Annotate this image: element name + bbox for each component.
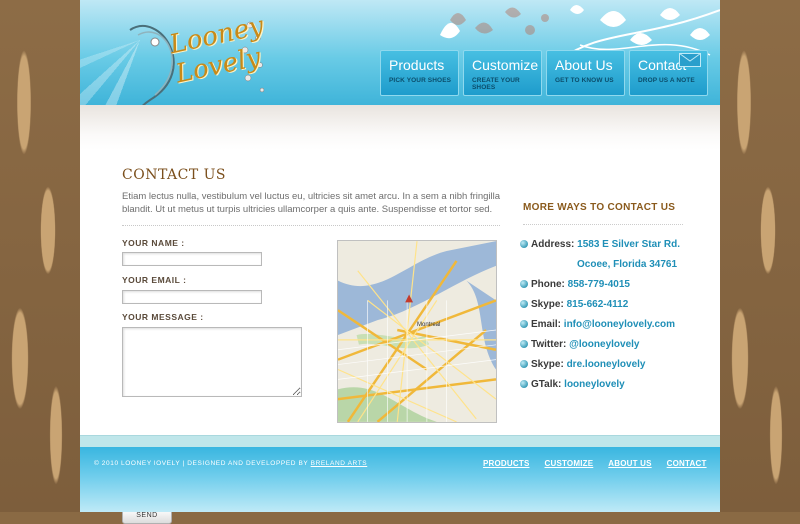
sidebar-divider <box>523 224 683 225</box>
bullet-icon <box>520 340 528 348</box>
name-input[interactable] <box>122 252 262 266</box>
contact-key: Address: <box>531 239 575 250</box>
contact-email-link[interactable]: info@looneylovely.com <box>564 319 675 330</box>
footer-links: PRODUCTS CUSTOMIZE ABOUT US CONTACT <box>483 459 707 468</box>
bullet-icon <box>520 240 528 248</box>
intro-paragraph: Etiam lectus nulla, vestibulum vel luctu… <box>122 191 501 215</box>
nav-contact[interactable]: Contact DROP US A NOTE <box>629 50 708 96</box>
contact-address: Address: 1583 E Silver Star Rd. <box>520 239 680 250</box>
main-navigation: Products PICK YOUR SHOES Customize CREAT… <box>380 50 708 98</box>
contact-value: looneylovely <box>564 379 625 390</box>
nav-products[interactable]: Products PICK YOUR SHOES <box>380 50 459 96</box>
sidebar-title: MORE WAYS TO CONTACT US <box>523 202 676 213</box>
map-city-label: Montreal <box>417 322 441 328</box>
email-label: YOUR EMAIL : <box>122 275 187 285</box>
nav-customize[interactable]: Customize CREATE YOUR SHOES <box>463 50 542 96</box>
nav-about-us[interactable]: About Us GET TO KNOW US <box>546 50 625 96</box>
main-content: CONTACT US Etiam lectus nulla, vestibulu… <box>80 105 720 524</box>
contact-email: Email: info@looneylovely.com <box>520 319 675 330</box>
envelope-icon <box>679 53 701 67</box>
bullet-icon <box>520 280 528 288</box>
floral-background-right <box>720 0 800 512</box>
bullet-icon <box>520 300 528 308</box>
nav-about-us-label: About Us <box>555 57 613 73</box>
divider <box>122 225 500 226</box>
name-label: YOUR NAME : <box>122 238 185 248</box>
nav-customize-subtitle: CREATE YOUR SHOES <box>472 77 520 91</box>
message-textarea[interactable] <box>122 327 302 397</box>
location-map[interactable] <box>337 240 497 423</box>
copyright-text: © 2010 LOONEY lOVELY | DESIGNED AND DEVE… <box>94 460 367 467</box>
contact-value: 1583 E Silver Star Rd. <box>577 239 680 250</box>
bullet-icon <box>520 360 528 368</box>
contact-key: Skype: <box>531 359 564 370</box>
footer-link-products[interactable]: PRODUCTS <box>483 459 530 468</box>
nav-contact-subtitle: DROP US A NOTE <box>638 77 695 84</box>
contact-phone: Phone: 858-779-4015 <box>520 279 630 290</box>
footer-link-customize[interactable]: CUSTOMIZE <box>545 459 594 468</box>
site-footer: © 2010 LOONEY lOVELY | DESIGNED AND DEVE… <box>80 447 720 512</box>
contact-value: Ocoee, Florida 34761 <box>577 259 678 270</box>
contact-key: Email: <box>531 319 562 330</box>
contact-value: dre.looneylovely <box>566 359 646 370</box>
nav-about-us-subtitle: GET TO KNOW US <box>555 77 614 84</box>
email-input[interactable] <box>122 290 262 304</box>
nav-customize-label: Customize <box>472 57 539 73</box>
contact-value: 815-662-4112 <box>566 299 629 310</box>
contact-twitter-link[interactable]: @looneylovely <box>569 339 639 350</box>
footer-link-contact[interactable]: CONTACT <box>667 459 707 468</box>
bullet-icon <box>520 320 528 328</box>
contact-skype-phone: Skype: 815-662-4112 <box>520 299 628 310</box>
contact-key: GTalk: <box>531 379 562 390</box>
contact-key: Phone: <box>531 279 565 290</box>
contact-key: Skype: <box>531 299 564 310</box>
page-title: CONTACT US <box>122 167 227 183</box>
bullet-icon <box>520 380 528 388</box>
nav-products-subtitle: PICK YOUR SHOES <box>389 77 452 84</box>
page-container: Looney Lovely Products PICK YOUR SHOES C… <box>80 0 720 524</box>
map-image <box>338 241 496 422</box>
logo[interactable]: Looney Lovely <box>120 10 270 105</box>
credit-link[interactable]: BRELAND ARTS <box>311 460 368 467</box>
contact-twitter: Twitter: @looneylovely <box>520 339 639 350</box>
floral-background-left <box>0 0 80 512</box>
copyright-label: © 2010 LOONEY lOVELY | DESIGNED AND DEVE… <box>94 460 309 467</box>
contact-skype: Skype: dre.looneylovely <box>520 359 646 370</box>
nav-products-label: Products <box>389 57 445 73</box>
contact-address-line2: Ocoee, Florida 34761 <box>577 259 677 270</box>
contact-gtalk: GTalk: looneylovely <box>520 379 625 390</box>
footer-link-about-us[interactable]: ABOUT US <box>608 459 651 468</box>
site-header: Looney Lovely Products PICK YOUR SHOES C… <box>80 0 720 105</box>
message-label: YOUR MESSAGE : <box>122 312 204 322</box>
contact-value: 858-779-4015 <box>567 279 630 290</box>
contact-key: Twitter: <box>531 339 567 350</box>
